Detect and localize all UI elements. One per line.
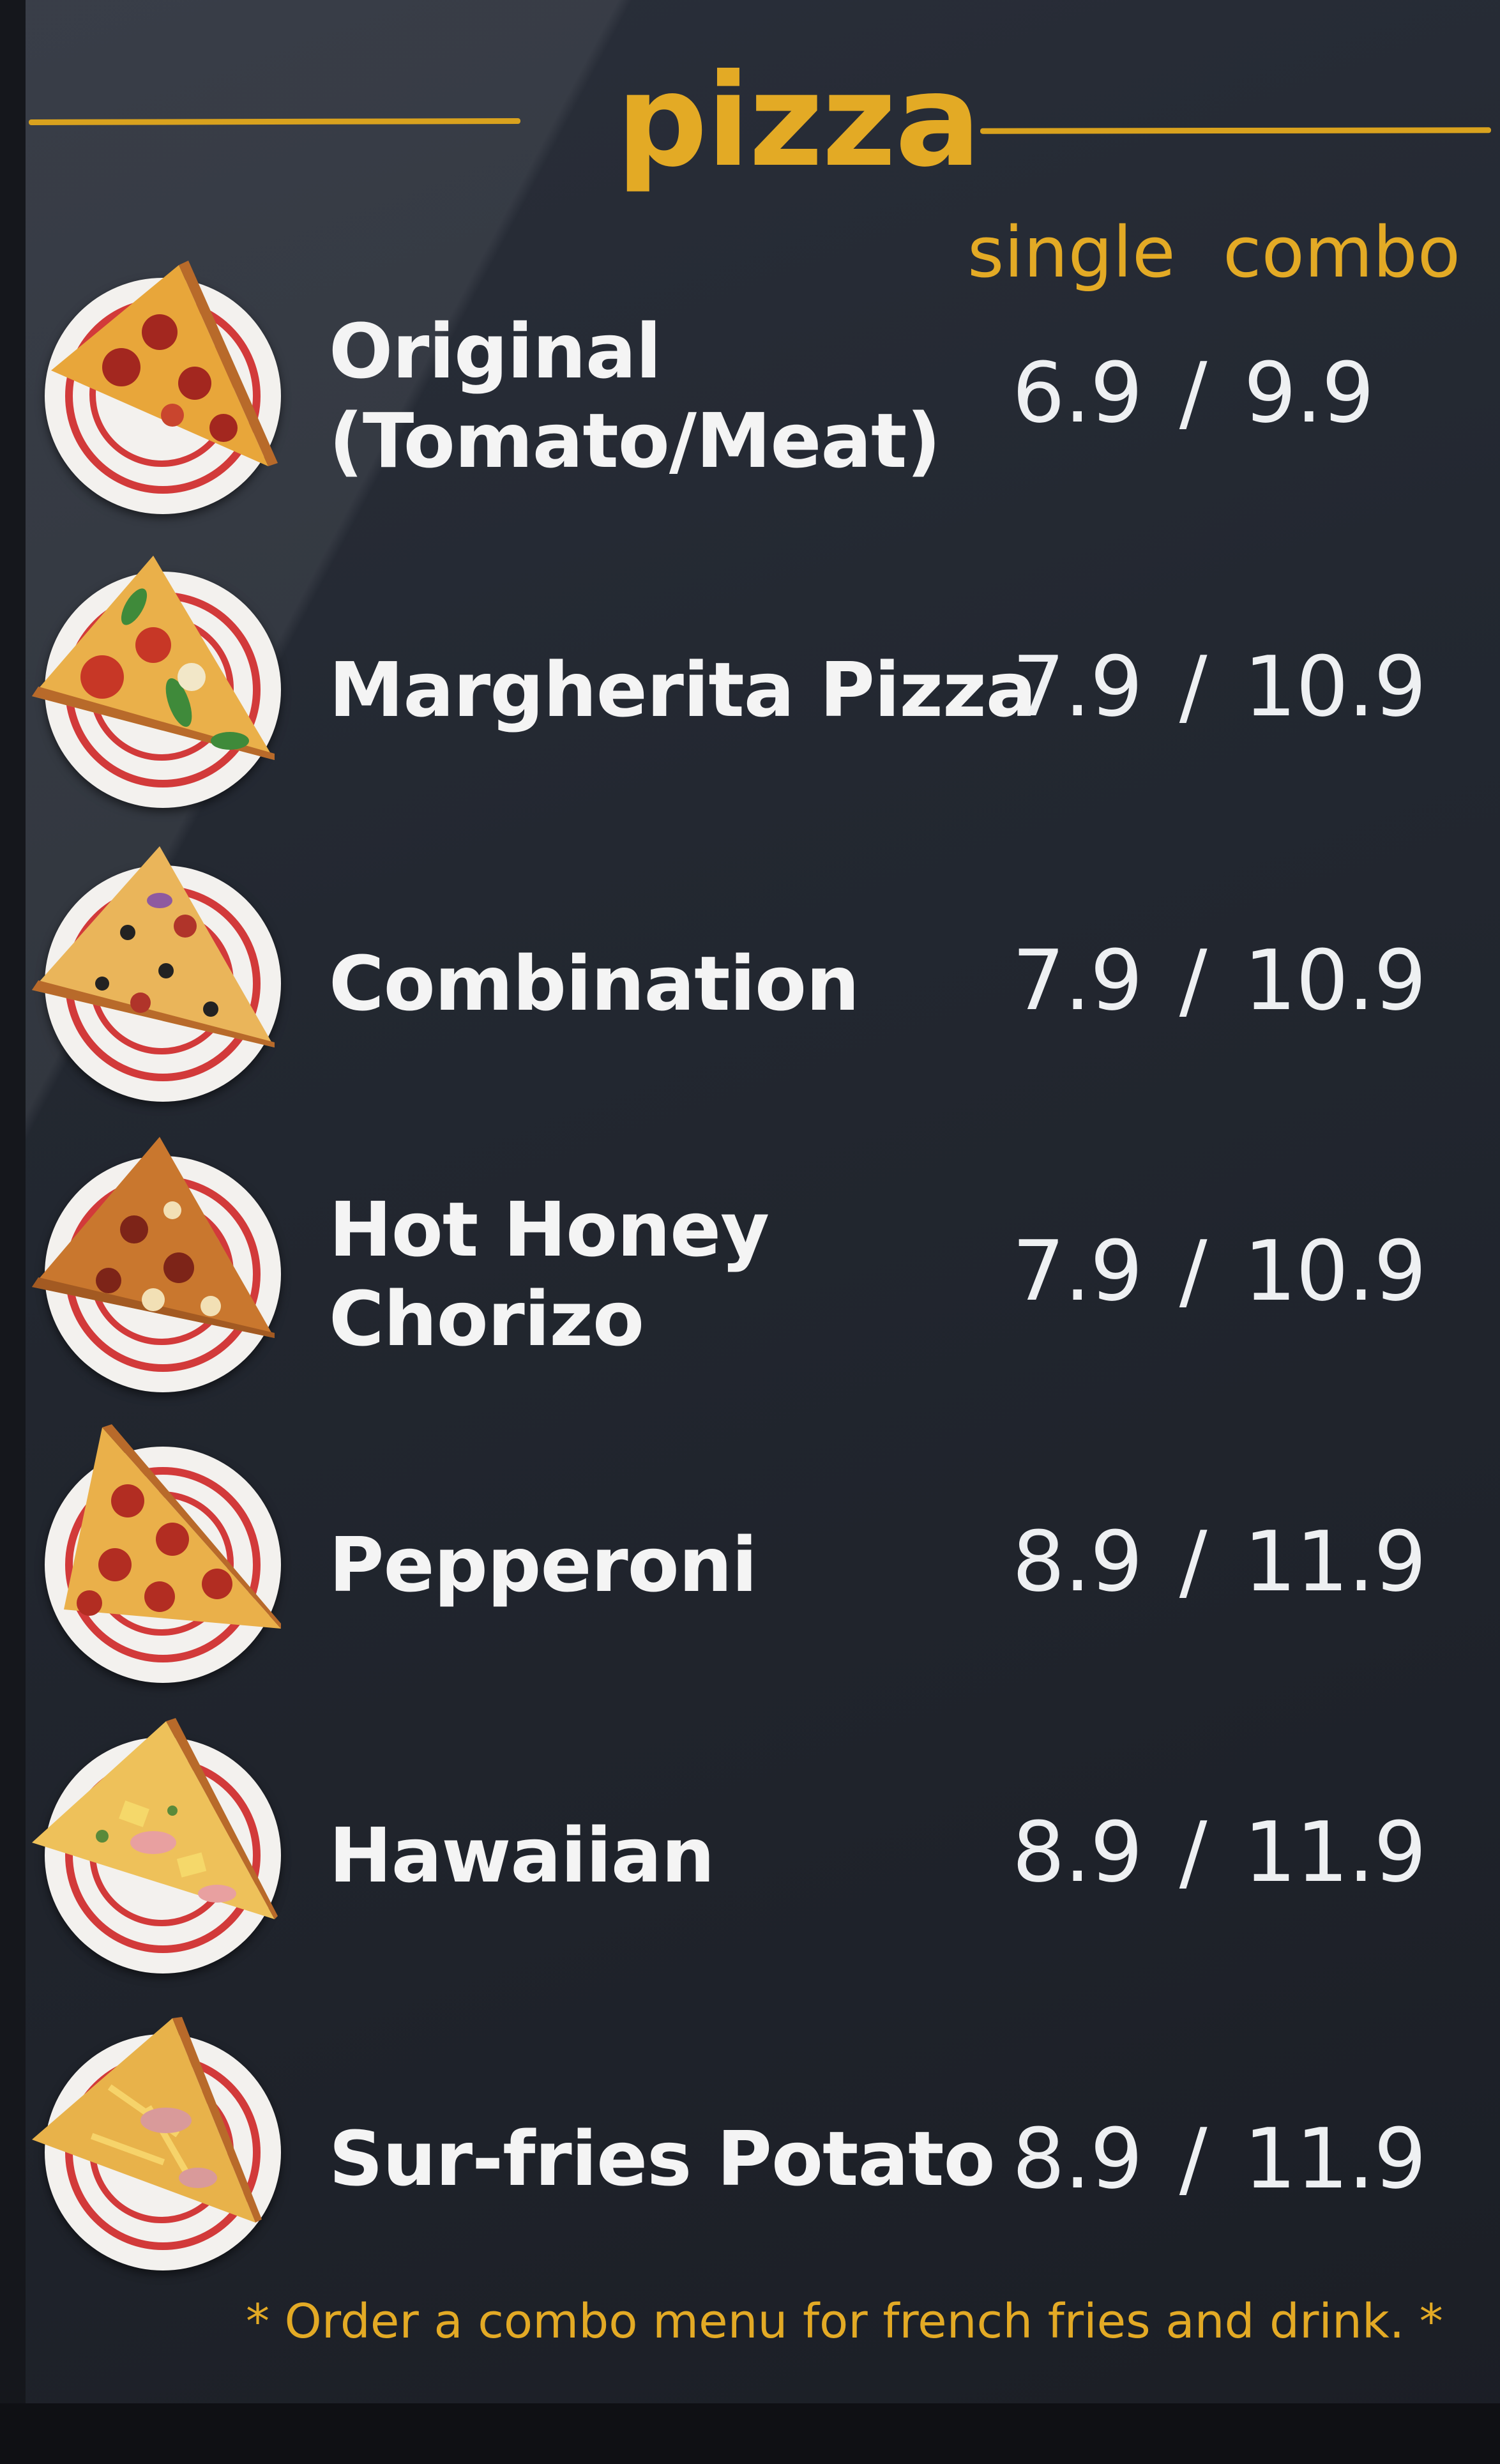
item-price: 7.9 / 10.9 bbox=[1012, 638, 1427, 735]
price-combo: 11.9 bbox=[1243, 2110, 1427, 2207]
item-name: Original bbox=[329, 307, 662, 395]
price-single: 7.9 bbox=[1012, 1222, 1143, 1319]
item-price: 7.9 / 10.9 bbox=[1012, 1222, 1427, 1319]
menu-item-pepperoni: Pepperoni 8.9 / 11.9 bbox=[0, 1418, 1500, 1712]
item-price: 7.9 / 10.9 bbox=[1012, 932, 1427, 1029]
item-name: Pepperoni bbox=[329, 1521, 757, 1609]
price-single: 7.9 bbox=[1012, 638, 1143, 735]
price-separator: / bbox=[1179, 638, 1208, 735]
menu-item-sur-fries-potato: Sur-fries Potato 8.9 / 11.9 bbox=[0, 2005, 1500, 2299]
menu-board: pizza single combo Original (Tomato/Meat… bbox=[0, 0, 1500, 2464]
item-price: 8.9 / 11.9 bbox=[1012, 2110, 1427, 2207]
price-combo: 11.9 bbox=[1243, 1804, 1427, 1901]
menu-item-hawaiian: Hawaiian 8.9 / 11.9 bbox=[0, 1708, 1500, 2002]
title-rule-left bbox=[28, 118, 521, 126]
menu-item-combination: Combination 7.9 / 10.9 bbox=[0, 837, 1500, 1130]
board-frame-bottom bbox=[0, 2403, 1500, 2464]
menu-item-hot-honey-chorizo: Hot Honey Chorizo 7.9 / 10.9 bbox=[0, 1127, 1500, 1421]
pizza-slice-icon bbox=[64, 1424, 281, 1629]
price-separator: / bbox=[1179, 1804, 1208, 1901]
item-name: Combination bbox=[329, 939, 860, 1028]
price-single: 7.9 bbox=[1012, 932, 1143, 1029]
item-name: Margherita Pizza bbox=[329, 646, 1036, 734]
price-combo: 10.9 bbox=[1243, 638, 1427, 735]
price-single: 8.9 bbox=[1012, 1804, 1143, 1901]
price-separator: / bbox=[1179, 2110, 1208, 2207]
title-rule-right bbox=[980, 127, 1492, 134]
item-price: 8.9 / 11.9 bbox=[1012, 1513, 1427, 1610]
pizza-slice-icon bbox=[32, 846, 275, 1047]
menu-title: pizza bbox=[616, 47, 981, 195]
pizza-slice-icon bbox=[32, 1137, 275, 1338]
price-single: 6.9 bbox=[1012, 344, 1143, 441]
item-price: 6.9 / 9.9 bbox=[1012, 345, 1374, 441]
item-price: 8.9 / 11.9 bbox=[1012, 1804, 1427, 1901]
price-single: 8.9 bbox=[1012, 2110, 1143, 2207]
item-name-line2: (Tomato/Meat) bbox=[329, 397, 941, 485]
pizza-slice-icon bbox=[32, 1718, 278, 1919]
price-combo: 10.9 bbox=[1243, 932, 1427, 1029]
price-single: 8.9 bbox=[1012, 1513, 1143, 1610]
combo-footnote: * Order a combo menu for french fries an… bbox=[246, 2294, 1443, 2349]
item-name-line2: Chorizo bbox=[329, 1275, 644, 1363]
price-separator: / bbox=[1179, 1222, 1208, 1319]
menu-item-original: Original (Tomato/Meat) 6.9 / 9.9 bbox=[0, 249, 1500, 543]
item-name: Sur-fries Potato bbox=[329, 2115, 996, 2203]
pizza-slice-icon bbox=[32, 556, 275, 760]
price-combo: 11.9 bbox=[1243, 1513, 1427, 1610]
menu-item-margherita: Margherita Pizza 7.9 / 10.9 bbox=[0, 543, 1500, 837]
pizza-slice-icon bbox=[51, 261, 278, 466]
price-combo: 9.9 bbox=[1243, 344, 1375, 441]
item-name: Hawaiian bbox=[329, 1811, 715, 1899]
price-separator: / bbox=[1179, 344, 1208, 441]
item-name: Hot Honey bbox=[329, 1185, 769, 1274]
pizza-slice-icon bbox=[32, 2017, 262, 2223]
price-separator: / bbox=[1179, 1513, 1208, 1610]
price-separator: / bbox=[1179, 932, 1208, 1029]
price-combo: 10.9 bbox=[1243, 1222, 1427, 1319]
